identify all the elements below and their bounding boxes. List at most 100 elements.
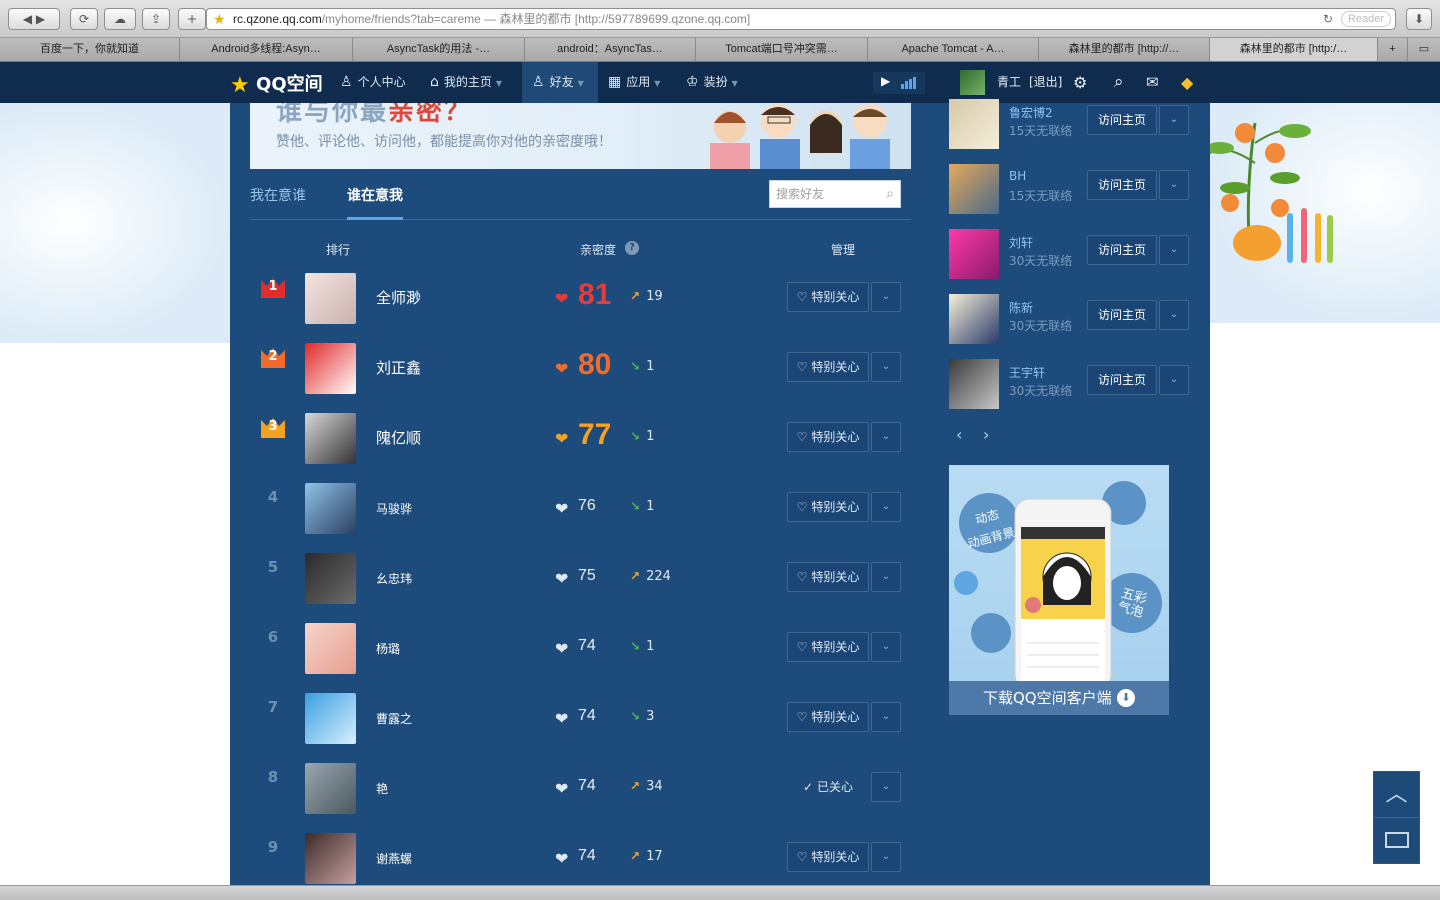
chevron-left-icon[interactable]: ‹: [956, 425, 962, 444]
avatar[interactable]: [949, 294, 999, 344]
back-forward-buttons[interactable]: ◀ ▶: [8, 8, 60, 30]
share-icon[interactable]: ⇪: [142, 8, 170, 30]
avatar[interactable]: [305, 763, 356, 814]
person-name[interactable]: 陈新: [1009, 299, 1033, 316]
browser-tab[interactable]: AsyncTask的用法 -…: [353, 38, 525, 61]
avatar[interactable]: [305, 483, 356, 534]
special-care-button[interactable]: ♡ 特别关心: [787, 352, 869, 382]
friend-name[interactable]: 幺忠玮: [376, 570, 412, 587]
nav-personal-center[interactable]: ♙ 个人中心: [340, 62, 406, 103]
avatar[interactable]: [305, 693, 356, 744]
history-icon[interactable]: ⟳: [70, 8, 98, 30]
friend-name[interactable]: 曹露之: [376, 710, 412, 727]
row-menu-button[interactable]: ⌄: [871, 282, 901, 312]
avatar[interactable]: [305, 343, 356, 394]
browser-tab[interactable]: Android多线程:Asyn…: [180, 38, 353, 61]
avatar[interactable]: [305, 413, 356, 464]
row-menu-button[interactable]: ⌄: [871, 562, 901, 592]
tab-care-me[interactable]: 谁在意我: [347, 185, 403, 205]
visit-home-button[interactable]: 访问主页: [1087, 235, 1157, 265]
special-care-button[interactable]: ♡ 特别关心: [787, 282, 869, 312]
row-menu-button[interactable]: ⌄: [871, 632, 901, 662]
visit-menu-button[interactable]: ⌄: [1159, 105, 1189, 135]
friend-name[interactable]: 艳: [376, 780, 388, 797]
special-care-button[interactable]: ♡ 特别关心: [787, 492, 869, 522]
browser-tab[interactable]: 森林里的都市 [http://…: [1039, 38, 1210, 61]
avatar[interactable]: [949, 359, 999, 409]
mail-icon[interactable]: ✉: [1146, 62, 1159, 103]
music-player-button[interactable]: ▶: [873, 72, 925, 94]
gear-icon[interactable]: ⚙: [1073, 62, 1087, 103]
new-tab-button[interactable]: +: [178, 8, 206, 30]
special-care-button[interactable]: ♡ 特别关心: [787, 632, 869, 662]
reload-icon[interactable]: ↻: [1323, 9, 1333, 29]
address-bar[interactable]: ★ rc.qzone.qq.com/myhome/friends?tab=car…: [206, 8, 1396, 30]
special-care-button[interactable]: ♡ 特别关心: [787, 702, 869, 732]
row-menu-button[interactable]: ⌄: [871, 352, 901, 382]
avatar[interactable]: [305, 553, 356, 604]
visit-home-button[interactable]: 访问主页: [1087, 365, 1157, 395]
user-avatar[interactable]: [960, 70, 985, 95]
avatar[interactable]: [949, 99, 999, 149]
person-name[interactable]: 刘轩: [1009, 234, 1033, 251]
downloads-icon[interactable]: ⬇: [1406, 8, 1432, 30]
avatar[interactable]: [305, 623, 356, 674]
reader-button[interactable]: Reader: [1340, 11, 1391, 27]
diamond-icon[interactable]: ◆: [1181, 62, 1193, 103]
tab-overview-icon[interactable]: ▭: [1408, 38, 1440, 61]
app-download-promo[interactable]: 动态 动画背景 五彩气泡 下载QQ空间客户端 ⬇: [949, 465, 1169, 715]
scroll-top-icon[interactable]: ︿: [1374, 772, 1419, 818]
bookmark-star-icon[interactable]: ★: [213, 9, 226, 29]
nav-my-home[interactable]: ⌂ 我的主页 ▼: [430, 62, 502, 103]
browser-tab[interactable]: 百度一下，你就知道: [0, 38, 180, 61]
browser-tab-active[interactable]: 森林里的都市 [http:/…: [1210, 38, 1378, 61]
visit-menu-button[interactable]: ⌄: [1159, 300, 1189, 330]
search-icon[interactable]: ⌕: [886, 181, 894, 207]
friend-name[interactable]: 马骏骅: [376, 500, 412, 517]
special-care-button[interactable]: ♡ 特别关心: [787, 842, 869, 872]
special-care-button[interactable]: ♡ 特别关心: [787, 562, 869, 592]
person-name[interactable]: BH: [1009, 169, 1026, 183]
special-care-button[interactable]: ✓ 已关心: [787, 772, 869, 802]
visit-menu-button[interactable]: ⌄: [1159, 170, 1189, 200]
avatar[interactable]: [305, 273, 356, 324]
person-name[interactable]: 鲁宏博2: [1009, 104, 1053, 121]
user-name[interactable]: 青工: [997, 62, 1021, 103]
special-care-button[interactable]: ♡ 特别关心: [787, 422, 869, 452]
friend-name[interactable]: 全师渺: [376, 287, 421, 308]
logout-link[interactable]: [退出]: [1029, 62, 1062, 103]
chevron-right-icon[interactable]: ›: [983, 425, 989, 444]
visit-menu-button[interactable]: ⌄: [1159, 365, 1189, 395]
row-menu-button[interactable]: ⌄: [871, 842, 901, 872]
search-friends-input[interactable]: 搜索好友 ⌕: [769, 180, 901, 208]
nav-apps[interactable]: ▦ 应用 ▼: [608, 62, 660, 103]
friend-name[interactable]: 杨璐: [376, 640, 400, 657]
add-tab-icon[interactable]: +: [1378, 38, 1408, 61]
tab-i-care[interactable]: 我在意谁: [250, 185, 306, 205]
row-menu-button[interactable]: ⌄: [871, 422, 901, 452]
friend-name[interactable]: 刘正鑫: [376, 357, 421, 378]
cloud-icon[interactable]: ☁: [104, 8, 136, 30]
search-icon[interactable]: ⌕: [1114, 62, 1124, 103]
friend-name[interactable]: 隗亿顺: [376, 427, 421, 448]
row-menu-button[interactable]: ⌄: [871, 772, 901, 802]
visit-home-button[interactable]: 访问主页: [1087, 170, 1157, 200]
row-menu-button[interactable]: ⌄: [871, 492, 901, 522]
avatar[interactable]: [305, 833, 356, 884]
avatar[interactable]: [949, 229, 999, 279]
browser-tab[interactable]: Apache Tomcat - A…: [868, 38, 1039, 61]
help-icon[interactable]: ?: [625, 241, 639, 255]
qzone-logo[interactable]: ★ QQ空间: [230, 70, 323, 98]
person-name[interactable]: 王宇轩: [1009, 364, 1045, 381]
friend-name[interactable]: 谢燕螺: [376, 850, 412, 867]
avatar[interactable]: [949, 164, 999, 214]
nav-decorate[interactable]: ♔ 装扮 ▼: [686, 62, 738, 103]
nav-friends[interactable]: ♙ 好友 ▼: [522, 62, 598, 103]
promo-footer[interactable]: 下载QQ空间客户端 ⬇: [949, 681, 1169, 715]
browser-tab[interactable]: android：AsyncTas…: [525, 38, 696, 61]
visit-menu-button[interactable]: ⌄: [1159, 235, 1189, 265]
visit-home-button[interactable]: 访问主页: [1087, 105, 1157, 135]
row-menu-button[interactable]: ⌄: [871, 702, 901, 732]
browser-tab[interactable]: Tomcat端口号冲突需…: [696, 38, 868, 61]
visit-home-button[interactable]: 访问主页: [1087, 300, 1157, 330]
